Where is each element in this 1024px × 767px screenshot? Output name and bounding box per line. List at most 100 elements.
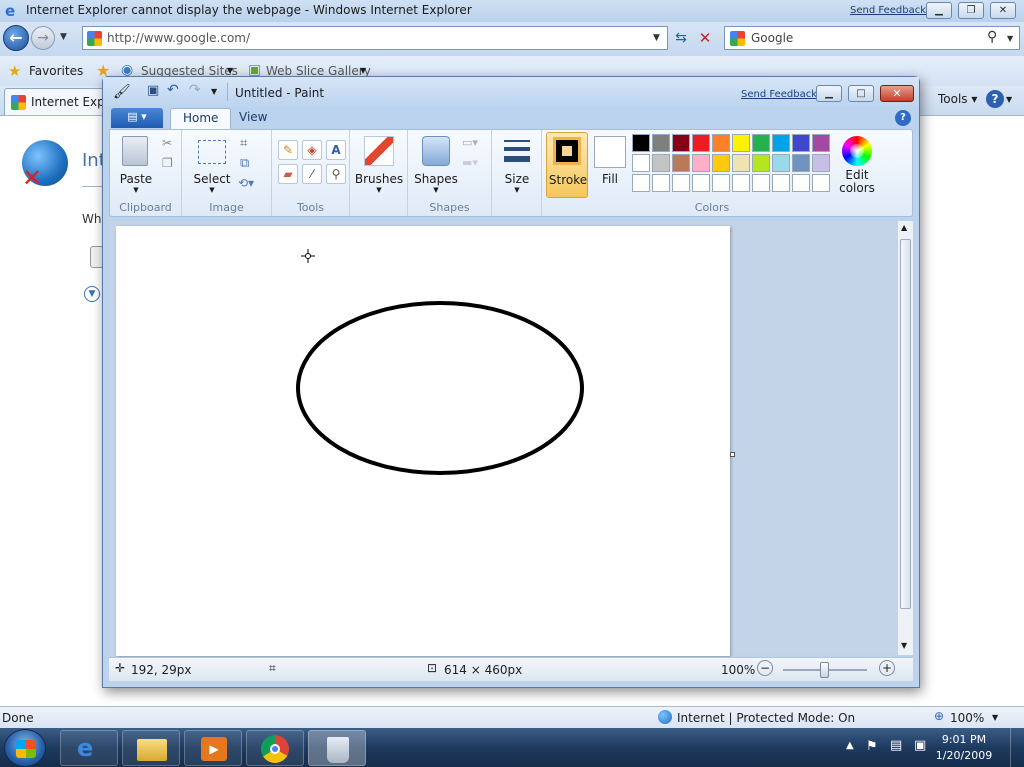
protected-mode-status[interactable]: Internet | Protected Mode: On	[677, 711, 855, 725]
color-swatch[interactable]	[772, 154, 790, 172]
zoom-dropdown-icon[interactable]: ▼	[992, 713, 998, 722]
color-swatch[interactable]	[732, 174, 750, 192]
show-hidden-icons-icon[interactable]: ▲	[846, 740, 854, 751]
magnifier-icon[interactable]: ⚲	[326, 164, 346, 184]
search-icon[interactable]: ⚲	[987, 29, 997, 45]
ie-restore-button[interactable]: ❐	[958, 2, 984, 19]
color-swatch[interactable]	[752, 134, 770, 152]
tab-view[interactable]: View	[227, 108, 279, 129]
taskbar-explorer-button[interactable]	[122, 730, 180, 766]
address-input[interactable]: http://www.google.com/	[107, 31, 250, 45]
pencil-icon[interactable]: ✎	[278, 140, 298, 160]
color-swatch[interactable]	[632, 154, 650, 172]
size-button[interactable]: Size ▼	[498, 132, 536, 198]
fill-option-icon[interactable]: ▬▾	[462, 156, 478, 169]
color-swatch[interactable]	[732, 154, 750, 172]
color-swatch[interactable]	[692, 154, 710, 172]
address-dropdown-icon[interactable]: ▼	[653, 33, 660, 43]
search-box[interactable]: Google ⚲ ▼	[724, 26, 1020, 50]
color-swatch[interactable]	[712, 134, 730, 152]
address-bar[interactable]: http://www.google.com/ ▼	[82, 26, 668, 50]
color-swatch[interactable]	[772, 174, 790, 192]
copy-icon[interactable]: ❐	[162, 156, 173, 170]
eraser-icon[interactable]: ▰	[278, 164, 298, 184]
select-button[interactable]: Select ▼	[192, 132, 232, 198]
suggested-sites-dropdown-icon[interactable]: ▼	[227, 66, 233, 75]
search-input[interactable]: Google	[751, 31, 793, 45]
zoom-out-icon[interactable]: −	[757, 660, 773, 676]
resize-icon[interactable]: ⧉	[240, 156, 249, 171]
paint-menu-button[interactable]: ▤ ▾	[111, 108, 163, 128]
favorites-button[interactable]: Favorites	[29, 64, 83, 78]
paint-close-button[interactable]: ✕	[880, 85, 914, 102]
refresh-button[interactable]: ⇆	[670, 27, 692, 49]
scroll-up-icon[interactable]: ▲	[901, 223, 907, 232]
network-icon[interactable]: ▣	[914, 738, 926, 753]
qat-redo-icon[interactable]: ↷	[189, 82, 201, 98]
fill-color-button[interactable]: Fill	[592, 132, 628, 198]
color-swatch[interactable]	[652, 174, 670, 192]
color-swatch[interactable]	[672, 174, 690, 192]
history-dropdown-icon[interactable]: ▼	[60, 32, 67, 42]
drawn-ellipse[interactable]	[296, 301, 584, 475]
stop-button[interactable]: ✕	[694, 27, 716, 49]
shapes-button[interactable]: Shapes ▼	[412, 132, 460, 198]
edit-colors-button[interactable]: Edit colors	[836, 132, 878, 198]
rotate-icon[interactable]: ⟲▾	[238, 176, 254, 190]
canvas-resize-handle-right[interactable]	[730, 452, 735, 457]
show-desktop-button[interactable]	[1010, 728, 1024, 767]
color-swatch[interactable]	[632, 134, 650, 152]
outline-option-icon[interactable]: ▭▾	[462, 136, 478, 149]
taskbar-ie-button[interactable]: e	[60, 730, 118, 766]
color-swatch[interactable]	[792, 174, 810, 192]
ie-tab[interactable]: Internet Explo	[4, 88, 115, 115]
color-swatch[interactable]	[672, 154, 690, 172]
cut-icon[interactable]: ✂	[162, 136, 172, 150]
help-icon[interactable]: ?	[895, 110, 911, 126]
web-slice-dropdown-icon[interactable]: ▼	[360, 66, 366, 75]
color-swatch[interactable]	[812, 134, 830, 152]
taskbar-media-player-button[interactable]: ▶	[184, 730, 242, 766]
tools-menu[interactable]: Tools ▾	[938, 92, 977, 106]
help-dropdown-icon[interactable]: ▼	[1006, 95, 1012, 104]
stroke-color-button[interactable]: Stroke	[546, 132, 588, 198]
back-button[interactable]: ←	[3, 25, 29, 51]
paint-maximize-button[interactable]: □	[848, 85, 874, 102]
color-swatch[interactable]	[692, 134, 710, 152]
qat-save-icon[interactable]: ▣	[147, 83, 159, 98]
search-dropdown-icon[interactable]: ▼	[1007, 34, 1013, 43]
tray-app-icon[interactable]: ▤	[890, 738, 902, 753]
color-swatch[interactable]	[712, 174, 730, 192]
ie-minimize-button[interactable]: ▁	[926, 2, 952, 19]
color-picker-icon[interactable]: ⁄	[302, 164, 322, 184]
taskbar-paint-button[interactable]	[308, 730, 366, 766]
paint-app-icon[interactable]: 🖌	[113, 84, 131, 100]
zoom-slider-thumb[interactable]	[820, 662, 829, 678]
ie-close-button[interactable]: ✕	[990, 2, 1016, 19]
color-swatch[interactable]	[652, 154, 670, 172]
paint-send-feedback-link[interactable]: Send Feedback	[741, 89, 817, 100]
brushes-button[interactable]: Brushes ▼	[355, 132, 403, 198]
scroll-down-icon[interactable]: ▼	[901, 641, 907, 650]
scroll-thumb[interactable]	[900, 239, 911, 609]
color-swatch[interactable]	[792, 154, 810, 172]
paint-minimize-button[interactable]: ▁	[816, 85, 842, 102]
text-icon[interactable]: A	[326, 140, 346, 160]
drawing-canvas[interactable]	[116, 226, 730, 656]
color-swatch[interactable]	[792, 134, 810, 152]
forward-button[interactable]: →	[31, 26, 55, 50]
qat-undo-icon[interactable]: ↶	[167, 82, 179, 98]
zoom-level[interactable]: 100%	[950, 711, 984, 725]
action-center-icon[interactable]: ⚑	[866, 739, 878, 754]
color-swatch[interactable]	[772, 134, 790, 152]
color-swatch[interactable]	[692, 174, 710, 192]
paste-button[interactable]: Paste ▼	[116, 132, 152, 198]
color-swatch[interactable]	[672, 134, 690, 152]
color-swatch[interactable]	[752, 174, 770, 192]
taskbar-clock[interactable]: 9:01 PM 1/20/2009	[934, 732, 994, 764]
tab-home[interactable]: Home	[170, 108, 232, 129]
crop-icon[interactable]: ⌗	[240, 136, 247, 151]
taskbar-chrome-button[interactable]	[246, 730, 304, 766]
vertical-scrollbar[interactable]: ▲ ▼	[897, 221, 913, 655]
help-icon[interactable]: ?	[986, 90, 1004, 108]
